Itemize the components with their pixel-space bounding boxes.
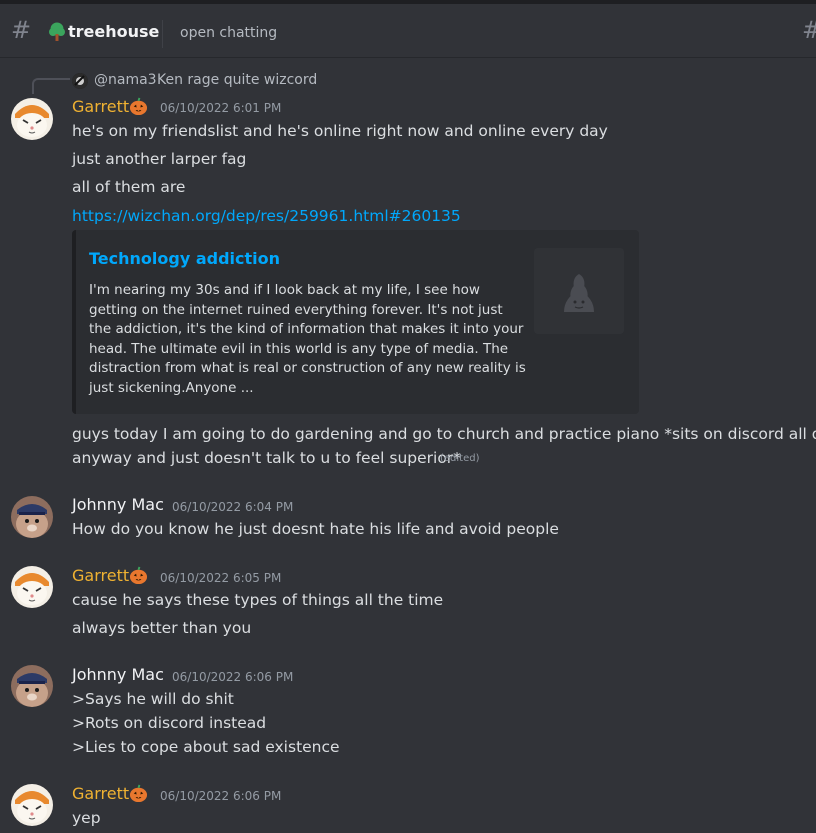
message-text: >Lies to cope about sad existence [72,738,340,756]
hash-icon: # [11,16,32,44]
embed-title[interactable]: Technology addiction [89,249,280,268]
username[interactable]: Garrett [72,566,129,586]
reply-avatar[interactable] [72,73,88,89]
username[interactable]: Garrett [72,784,129,804]
embed-thumbnail[interactable] [534,248,624,334]
channel-name[interactable]: treehouse [68,22,159,42]
pumpkin-icon[interactable] [129,784,148,803]
edited-label: (edited) [440,453,480,464]
link-embed: Technology addiction I'm nearing my 30s … [72,230,639,414]
timestamp[interactable]: 06/10/2022 6:01 PM [160,100,281,116]
username[interactable]: Johnny Mac [72,665,164,685]
channel-topic[interactable]: open chatting [180,24,277,42]
username[interactable]: Johnny Mac [72,495,164,515]
timestamp[interactable]: 06/10/2022 6:04 PM [172,499,293,515]
message-text: How do you know he just doesnt hate his … [72,520,559,538]
avatar[interactable] [11,665,53,707]
avatar[interactable] [11,566,53,608]
message-text: yep [72,809,101,827]
reply-preview-text[interactable]: Ken rage quite wizcord [157,72,317,88]
timestamp[interactable]: 06/10/2022 6:06 PM [160,788,281,804]
avatar[interactable] [11,784,53,826]
message-text: all of them are [72,178,186,196]
message-text: >Says he will do shit [72,690,234,708]
reply-connector [32,78,70,94]
avatar[interactable] [11,98,53,140]
message-link[interactable]: https://wizchan.org/dep/res/259961.html#… [72,206,461,226]
channel-header: # treehouse open chatting # [0,4,816,58]
message-text: he's on my friendslist and he's online r… [72,122,608,140]
pumpkin-icon[interactable] [129,97,148,116]
header-divider [162,20,163,48]
tree-icon [49,22,65,41]
embed-description: I'm nearing my 30s and if I look back at… [89,282,526,396]
message-text: guys today I am going to do gardening an… [72,425,816,443]
message-text: always better than you [72,619,252,637]
username[interactable]: Garrett [72,97,129,117]
timestamp[interactable]: 06/10/2022 6:05 PM [160,570,281,586]
message-text: just another larper fag [72,150,247,168]
message-text: anyway and just doesn't talk to u to fee… [72,449,461,467]
message-text: >Rots on discord instead [72,714,267,732]
timestamp[interactable]: 06/10/2022 6:06 PM [172,669,293,685]
threads-icon[interactable]: # [802,16,816,44]
reply-username[interactable]: @nama3 [94,72,157,88]
pumpkin-icon[interactable] [129,566,148,585]
message-text: cause he says these types of things all … [72,591,444,609]
avatar[interactable] [11,496,53,538]
